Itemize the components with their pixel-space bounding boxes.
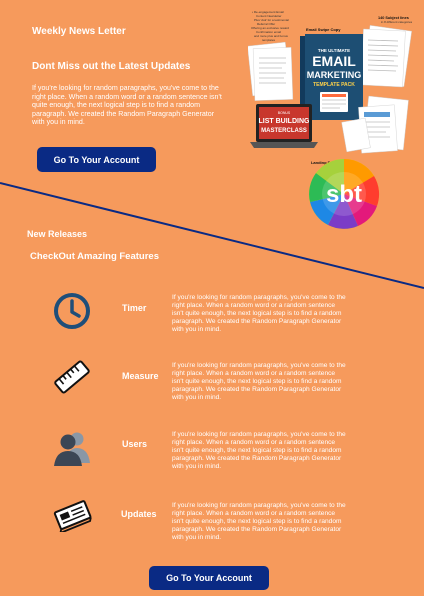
ebook-promo-image: • Re-engagement Email Content Newsletter… xyxy=(248,10,413,165)
features-heading: CheckOut Amazing Features xyxy=(30,251,159,262)
feature-title-updates: Updates xyxy=(121,509,157,519)
subject-lines-sub: in 8 different categories xyxy=(381,20,413,24)
newspaper-icon xyxy=(53,500,92,532)
swipe-copy-label: Email Swipe Copy xyxy=(306,27,341,32)
paper-stack-left xyxy=(248,41,294,101)
paper-stack-right xyxy=(360,25,412,88)
book-title-2: EMAIL xyxy=(312,53,356,69)
ruler-icon xyxy=(54,360,90,394)
book-title-3: MARKETING xyxy=(307,70,362,80)
feature-title-timer: Timer xyxy=(122,303,147,313)
masterclass-label-2: LIST BUILDING xyxy=(259,118,310,125)
feature-title-measure: Measure xyxy=(122,371,159,381)
newsletter-title: Weekly News Letter xyxy=(32,26,126,37)
feature-text-timer: If you're looking for random paragraphs,… xyxy=(172,294,346,334)
new-releases-heading: New Releases xyxy=(27,229,88,239)
masterclass-laptop: BONUS LIST BUILDING MASTERCLASS xyxy=(250,104,318,148)
masterclass-label-1: BONUS xyxy=(278,111,291,115)
users-icon xyxy=(54,432,90,466)
feature-text-updates: If you're looking for random paragraphs,… xyxy=(172,502,346,542)
book-title-4: TEMPLATE PACK xyxy=(313,82,355,88)
go-to-account-button-bottom[interactable]: Go To Your Account xyxy=(149,566,269,590)
feature-text-users: If you're looking for random paragraphs,… xyxy=(172,431,346,471)
feature-text-measure: If you're looking for random paragraphs,… xyxy=(172,362,346,402)
clock-icon xyxy=(54,293,90,329)
feature-title-users: Users xyxy=(122,439,148,449)
go-to-account-button[interactable]: Go To Your Account xyxy=(37,147,156,172)
masterclass-label-3: MASTERCLASS xyxy=(261,128,307,134)
intro-text: If you're looking for random paragraphs,… xyxy=(32,84,222,127)
logo-text: sbt xyxy=(326,181,362,208)
note-line: templates xyxy=(262,38,276,42)
sbt-logo: sbt xyxy=(309,159,380,229)
newsletter-page: Weekly News Letter Dont Miss out the Lat… xyxy=(0,0,424,596)
feature-notes: • Re-engagement Email Content Newsletter… xyxy=(251,10,289,42)
headline: Dont Miss out the Latest Updates xyxy=(32,61,191,72)
